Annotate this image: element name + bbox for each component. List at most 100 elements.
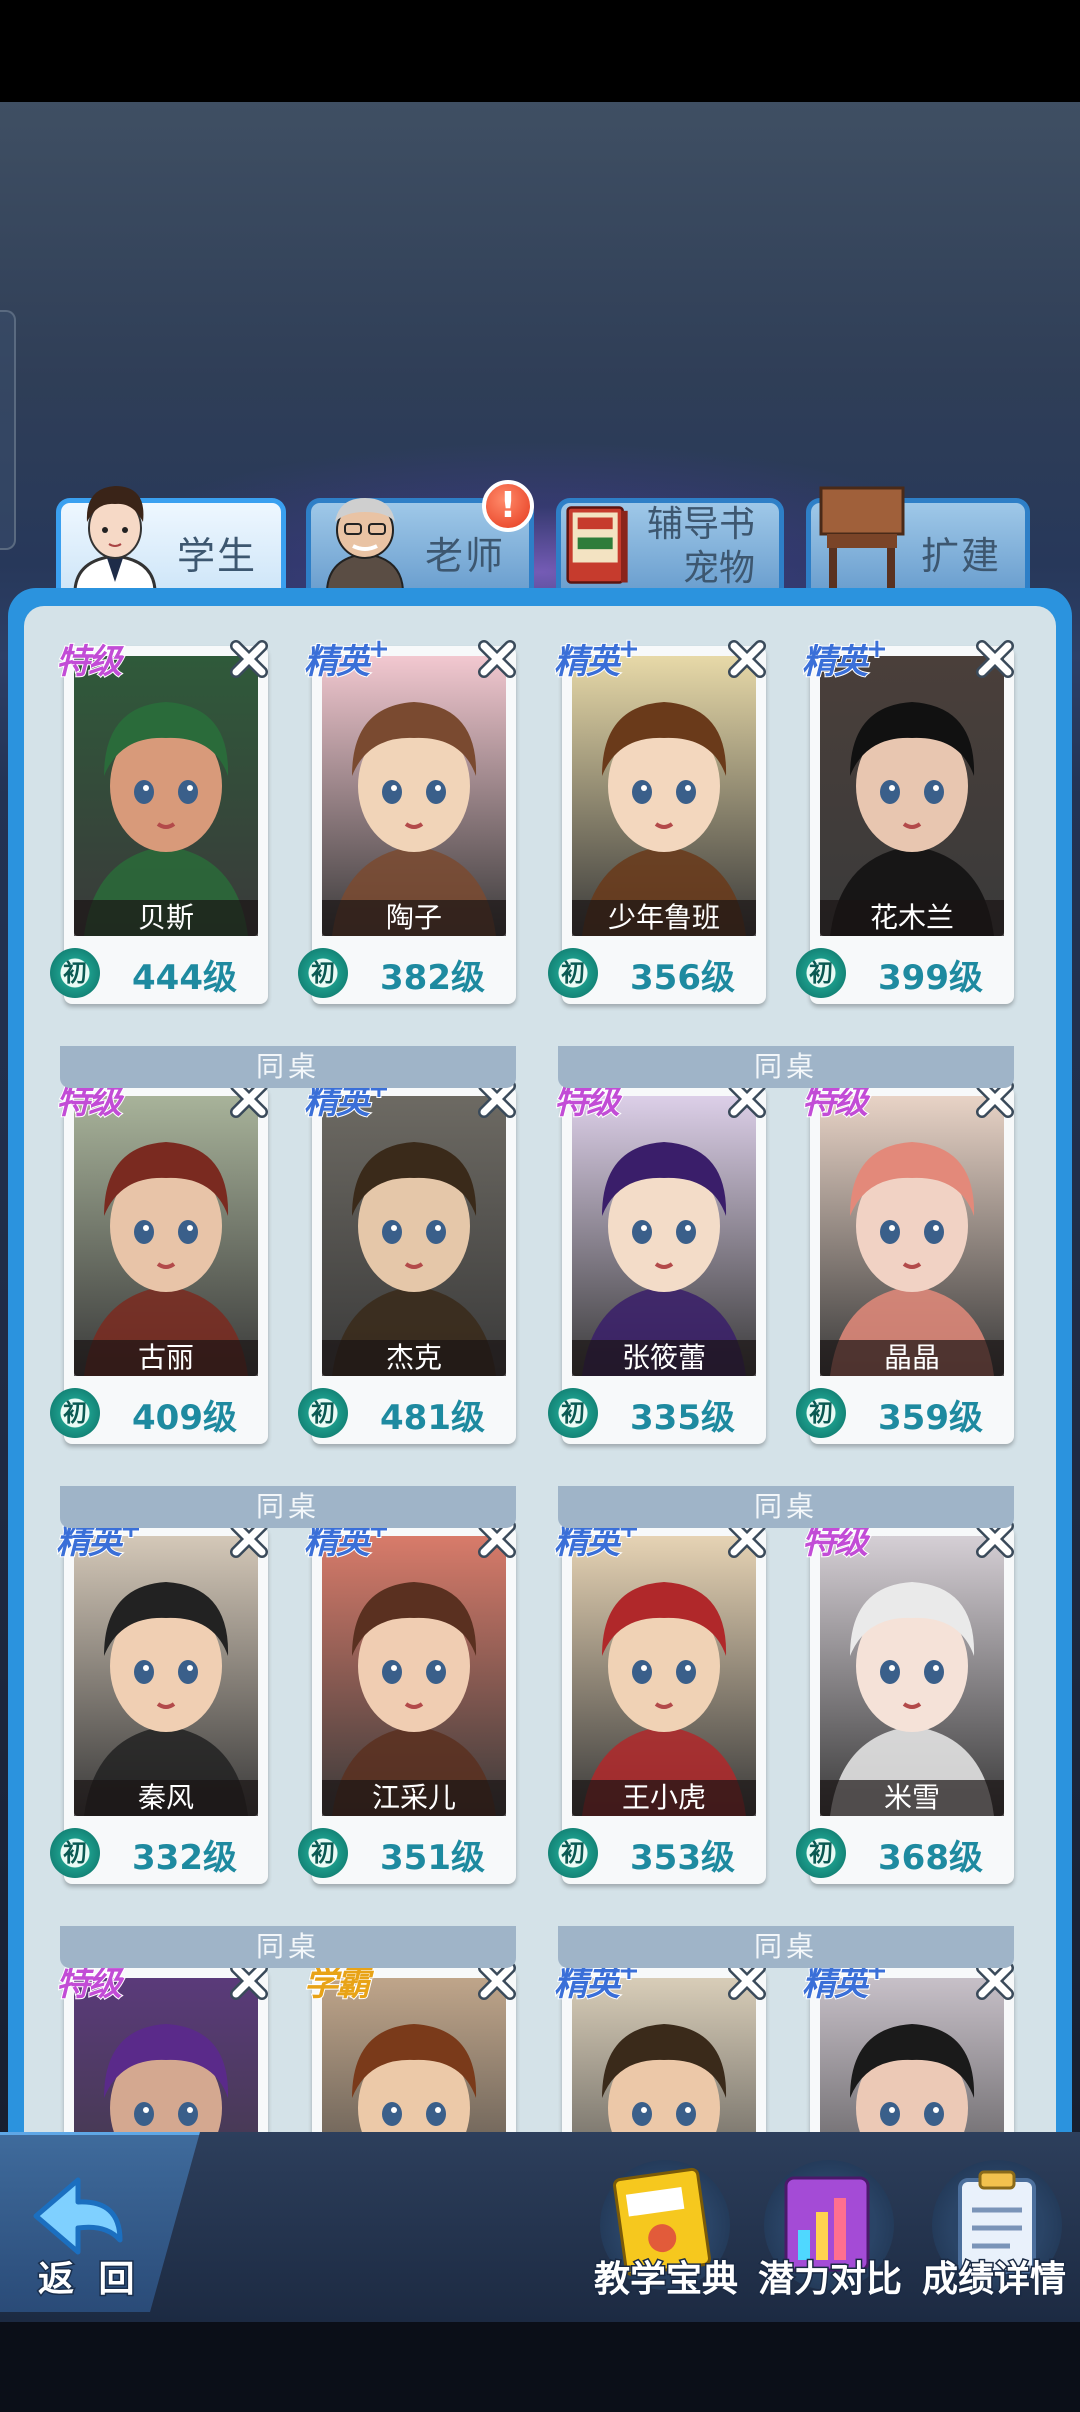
bottom-toolbar: [0, 2132, 1080, 2322]
student-portrait: [820, 1096, 1004, 1376]
student-card[interactable]: 米雪 初 368级 特级特级: [796, 1520, 1014, 1884]
rank-badge: 精英+精英+: [801, 633, 889, 683]
close-icon[interactable]: [722, 634, 772, 684]
student-card[interactable]: 花木兰 初 399级 精英+精英+: [796, 633, 1014, 1004]
close-icon[interactable]: [970, 634, 1020, 684]
desk-mate-bar[interactable]: 同桌: [558, 1486, 1014, 1528]
student-avatar-icon: [73, 486, 157, 590]
level-row: 初 353级: [548, 1822, 766, 1878]
back-button-label[interactable]: 返 回: [37, 2250, 141, 2302]
student-level: 335级: [630, 1398, 735, 1438]
student-level: 368级: [878, 1838, 983, 1878]
student-name: 陶子: [322, 900, 506, 936]
student-portrait: [572, 1536, 756, 1816]
portrait-figure-icon: [84, 1142, 248, 1376]
student-name: 杰克: [322, 1340, 506, 1376]
game-screen: { "tabs": [ {"label": "学生", "active": tr…: [0, 0, 1080, 2412]
rank-badge: 精英+精英+: [553, 633, 641, 683]
student-name: 古丽: [74, 1340, 258, 1376]
teacher-alert-badge: !: [482, 480, 534, 532]
student-level: 481级: [380, 1398, 485, 1438]
nav-footer: [0, 2322, 1080, 2412]
student-portrait: [820, 656, 1004, 936]
level-row: 初 359级: [796, 1382, 1014, 1438]
side-drawer-handle[interactable]: [0, 310, 16, 550]
tier-badge: 初: [50, 1388, 100, 1438]
portrait-figure-icon: [332, 1582, 496, 1816]
portrait-figure-icon: [84, 702, 248, 936]
desk-icon: [819, 486, 905, 590]
grade-details-label[interactable]: 成绩详情: [920, 2250, 1067, 2302]
student-card[interactable]: 江采儿 初 351级 精英+精英+: [298, 1513, 516, 1884]
student-level: 359级: [878, 1398, 983, 1438]
student-card[interactable]: 晶晶 初 359级 特级特级: [796, 1080, 1014, 1444]
desk-mate-bar[interactable]: 同桌: [558, 1046, 1014, 1088]
level-row: 初 382级: [298, 942, 516, 998]
desk-mate-bar[interactable]: 同桌: [60, 1926, 516, 1968]
tier-badge: 初: [548, 948, 598, 998]
rank-badge: 特级特级: [55, 641, 123, 683]
book-icon: [566, 506, 628, 584]
tab-expand[interactable]: 扩建: [806, 486, 1030, 590]
tab-books-pets[interactable]: 辅导书 宠物: [556, 498, 784, 590]
student-name: 晶晶: [820, 1340, 1004, 1376]
portrait-figure-icon: [830, 702, 994, 936]
student-name: 江采儿: [322, 1780, 506, 1816]
tier-badge: 初: [796, 1828, 846, 1878]
desk-mate-bar[interactable]: 同桌: [558, 1926, 1014, 1968]
tier-badge: 初: [548, 1388, 598, 1438]
tier-badge: 初: [796, 1388, 846, 1438]
level-row: 初 444级: [50, 942, 268, 998]
potential-compare-label[interactable]: 潜力对比: [756, 2250, 903, 2302]
teacher-avatar-icon: [325, 498, 405, 590]
student-level: 399级: [878, 958, 983, 998]
student-card[interactable]: 陶子 初 382级 精英+精英+: [298, 633, 516, 1004]
portrait-figure-icon: [830, 1582, 994, 1816]
student-card[interactable]: 古丽 初 409级 特级特级: [50, 1080, 268, 1444]
student-card[interactable]: 贝斯 初 444级 特级特级: [50, 640, 268, 1004]
tier-badge: 初: [548, 1828, 598, 1878]
level-row: 初 368级: [796, 1822, 1014, 1878]
desk-mate-bar[interactable]: 同桌: [60, 1046, 516, 1088]
portrait-figure-icon: [84, 1582, 248, 1816]
portrait-figure-icon: [332, 702, 496, 936]
student-card[interactable]: 王小虎 初 353级 精英+精英+: [548, 1513, 766, 1884]
close-icon[interactable]: [224, 634, 274, 684]
desk-mate-bar[interactable]: 同桌: [60, 1486, 516, 1528]
portrait-figure-icon: [582, 702, 746, 936]
portrait-figure-icon: [830, 1142, 994, 1376]
student-name: 张筱蕾: [572, 1340, 756, 1376]
student-card[interactable]: 张筱蕾 初 335级 特级特级: [548, 1080, 766, 1444]
tier-badge: 初: [50, 948, 100, 998]
student-card[interactable]: 秦风 初 332级 精英+精英+: [50, 1513, 268, 1884]
student-portrait: [572, 1096, 756, 1376]
tab-teachers-label: 老师: [424, 534, 505, 578]
tier-badge: 初: [298, 948, 348, 998]
tab-students-label: 学生: [176, 534, 257, 578]
tab-expand-label: 扩建: [920, 534, 1001, 578]
status-bar: [0, 0, 1080, 102]
tab-students[interactable]: 学生: [56, 486, 286, 590]
student-level: 409级: [132, 1398, 237, 1438]
student-name: 王小虎: [572, 1780, 756, 1816]
student-level: 382级: [380, 958, 485, 998]
student-level: 356级: [630, 958, 735, 998]
student-portrait: [322, 656, 506, 936]
student-card[interactable]: 杰克 初 481级 精英+精英+: [298, 1073, 516, 1444]
close-icon[interactable]: [472, 634, 522, 684]
teaching-guide-label[interactable]: 教学宝典: [592, 2250, 739, 2302]
student-portrait: [74, 1096, 258, 1376]
level-row: 初 335级: [548, 1382, 766, 1438]
student-name: 秦风: [74, 1780, 258, 1816]
tier-badge: 初: [50, 1828, 100, 1878]
student-portrait: [74, 1536, 258, 1816]
student-portrait: [322, 1536, 506, 1816]
portrait-figure-icon: [582, 1582, 746, 1816]
student-card[interactable]: 少年鲁班 初 356级 精英+精英+: [548, 633, 766, 1004]
student-level: 332级: [132, 1838, 237, 1878]
student-name: 少年鲁班: [572, 900, 756, 936]
portrait-figure-icon: [332, 1142, 496, 1376]
student-portrait: [74, 656, 258, 936]
student-grid[interactable]: 贝斯 初 444级 特级特级 陶子 初 382级 精英+精英+: [24, 606, 1056, 2166]
level-row: 初 356级: [548, 942, 766, 998]
